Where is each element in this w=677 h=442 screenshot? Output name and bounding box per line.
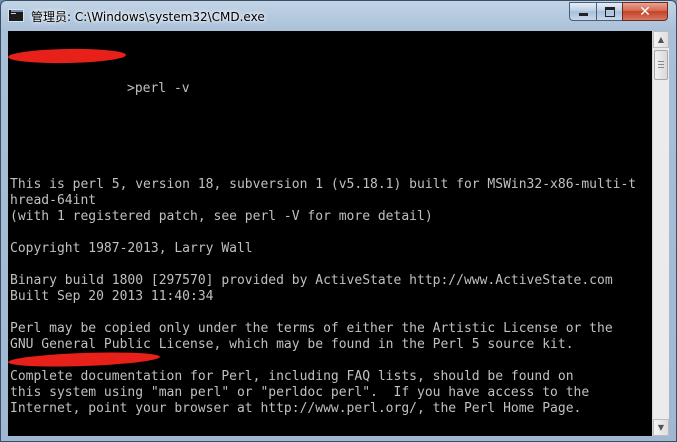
title-bar[interactable]: 管理员: C:\Windows\system32\CMD.exe ✕ [1,1,676,31]
cmd-window: 管理员: C:\Windows\system32\CMD.exe ✕ >perl… [0,0,677,442]
cmd-icon[interactable] [8,9,24,22]
close-button[interactable]: ✕ [622,2,668,21]
console-output[interactable]: >perl -v This is perl 5, version 18, sub… [8,31,652,436]
console-line: This is perl 5, version 18, subversion 1… [10,177,637,192]
arrow-up-icon: ▲ [657,35,665,44]
console-line: GNU General Public License, which may be… [10,337,574,352]
window-title: 管理员: C:\Windows\system32\CMD.exe [31,10,265,24]
minimize-button[interactable] [569,2,596,21]
minimize-icon [578,13,588,16]
console-line: Copyright 1987-2013, Larry Wall [10,241,253,256]
prompt-command: >perl -v [127,81,190,96]
console-line: Binary build 1800 [297570] provided by A… [10,273,613,288]
console-line: Internet, point your browser at http://w… [10,401,582,416]
vertical-scrollbar[interactable]: ▲ ▼ [652,31,669,436]
scroll-down-button[interactable]: ▼ [653,419,669,436]
console-line: Complete documentation for Perl, includi… [10,369,574,384]
close-icon: ✕ [639,3,651,20]
scroll-up-button[interactable]: ▲ [653,31,669,48]
prompt-line: >perl -v [10,81,636,97]
arrow-down-icon: ▼ [657,423,665,432]
window-controls: ✕ [569,2,668,21]
maximize-button[interactable] [596,2,622,21]
scroll-thumb[interactable] [654,50,668,80]
console-line: this system using "man perl" or "perldoc… [10,385,590,400]
maximize-icon [604,6,615,17]
console-line: Built Sep 20 2013 11:40:34 [10,289,214,304]
console-line: hread-64int [10,193,97,208]
console-line: (with 1 registered patch, see perl -V fo… [10,209,433,224]
console-line: Perl may be copied only under the terms … [10,321,613,336]
